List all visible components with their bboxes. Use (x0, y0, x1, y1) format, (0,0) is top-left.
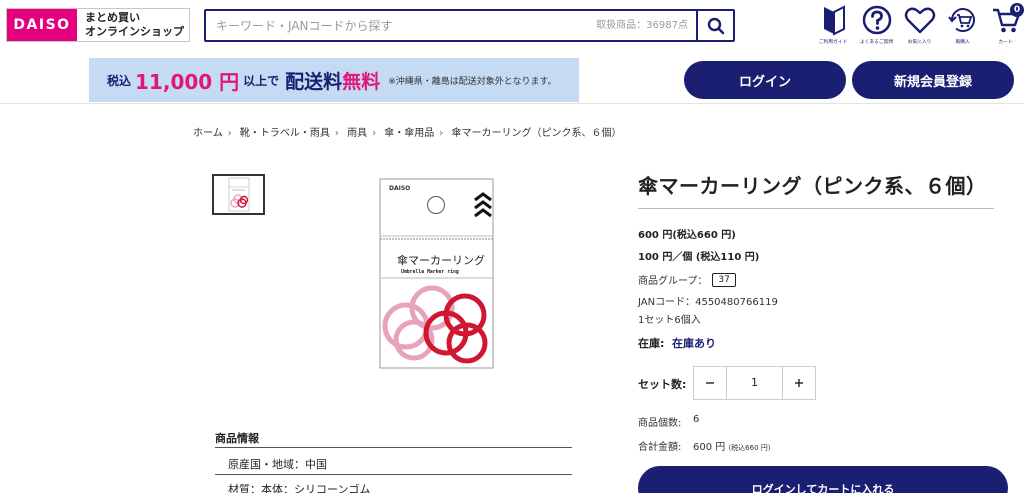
product-set-description: 1セット6個入 (638, 315, 701, 326)
heart-icon (904, 7, 935, 34)
product-group: 商品グループ： 37 (638, 272, 736, 287)
breadcrumb-shoes-travel-rain[interactable]: 靴・トラベル・雨具 (240, 128, 330, 139)
product-thumbnail[interactable] (212, 174, 265, 215)
breadcrumb-rain-gear[interactable]: 雨具 (347, 128, 367, 139)
faq-link[interactable]: よくあるご質問 (855, 4, 898, 45)
total-tax: (税込660 円) (728, 444, 771, 452)
repurchase-cart-icon (947, 8, 975, 32)
question-icon (862, 5, 891, 35)
cart-count-badge: 0 (1010, 3, 1024, 17)
breadcrumb: ホーム › 靴・トラベル・雨具 › 雨具 › 傘・傘用品 › 傘マーカーリング（ピンク系… (193, 124, 621, 139)
stock-status: 在庫あり (672, 337, 716, 350)
package-brand: DAISO (389, 185, 410, 192)
cart-button-label: ログインしてカートに入れる (751, 483, 895, 493)
repurchase-link[interactable]: 再購入 (941, 4, 984, 45)
product-info-heading: 商品情報 (215, 432, 259, 445)
guide-link[interactable]: ご利用ガイド (812, 4, 855, 45)
breadcrumb-separator: › (334, 128, 339, 139)
product-group-badge: 37 (712, 272, 736, 287)
package-name: 傘マーカーリング (397, 253, 485, 267)
login-button[interactable]: ログイン (684, 61, 846, 99)
product-jan-code: JANコード：4550480766119 (638, 297, 778, 308)
plus-icon (795, 379, 803, 387)
breadcrumb-home[interactable]: ホーム (193, 128, 223, 139)
item-count-label: 商品個数: (638, 418, 682, 429)
total-row: 合計金額: 600 円 (税込660 円) (638, 438, 771, 453)
breadcrumb-separator: › (372, 128, 377, 139)
total-label: 合計金額: (638, 442, 682, 453)
register-button[interactable]: 新規会員登録 (852, 61, 1014, 99)
breadcrumb-separator: › (439, 128, 444, 139)
total-value-group: 600 円 (税込660 円) (693, 438, 771, 453)
info-material: 材質：本体：シリコーンゴム (228, 483, 371, 493)
search-button[interactable] (696, 11, 733, 40)
search-product-count: 取扱商品：36987点 (596, 20, 688, 31)
product-price: 600 円(税込660 円) (638, 230, 736, 241)
product-package-illustration: DAISO 傘マーカーリング Umbrella Marker ring (379, 178, 494, 369)
breadcrumb-current: 傘マーカーリング（ピンク系、６個） (451, 128, 622, 139)
beginner-icon (823, 5, 845, 36)
thumbnail-image (228, 177, 250, 212)
title-divider (638, 208, 994, 209)
stock-label: 在庫: (638, 337, 665, 350)
increment-button[interactable] (783, 367, 815, 399)
total-value: 600 円 (693, 442, 726, 453)
quantity-value[interactable]: 1 (726, 367, 783, 399)
set-quantity-label: セット数: (638, 378, 687, 391)
minus-icon (706, 382, 714, 384)
free-shipping-banner[interactable]: 税込 11,000 円 以上で 配送料 無料 ※沖縄県・離島は配送対象外となりま… (89, 58, 579, 102)
site-logo[interactable]: DAISO まとめ買い オンラインショップ (6, 8, 190, 42)
logo-subtitle: まとめ買い オンラインショップ (85, 11, 184, 38)
info-origin: 原産国・地域：中国 (228, 458, 327, 471)
item-count-value: 6 (693, 414, 700, 425)
favorites-link[interactable]: お気に入り (898, 4, 941, 45)
product-title: 傘マーカーリング（ピンク系、６個） (638, 174, 987, 198)
decrement-button[interactable] (694, 367, 726, 399)
search-icon (707, 17, 724, 34)
breadcrumb-umbrella-items[interactable]: 傘・傘用品 (384, 128, 434, 139)
header-divider (0, 103, 1024, 104)
package-name-en: Umbrella Marker ring (401, 269, 459, 275)
header-icon-nav: ご利用ガイド よくあるご質問 お気に入り 再購入 カート (812, 4, 1024, 45)
login-add-to-cart-button[interactable]: ログインしてカートに入れる (638, 466, 1008, 493)
search-bar: 取扱商品：36987点 (204, 9, 735, 42)
info-divider (215, 474, 572, 475)
breadcrumb-separator: › (227, 128, 232, 139)
logo-mark: DAISO (7, 9, 77, 41)
product-group-label: 商品グループ： (638, 276, 708, 287)
search-input[interactable] (206, 11, 597, 40)
item-count-row: 商品個数: 6 (638, 414, 699, 429)
quantity-stepper: 1 (693, 366, 816, 400)
product-main-image[interactable]: DAISO 傘マーカーリング Umbrella Marker ring (379, 178, 495, 374)
product-unit-price: 100 円／個 (税込110 円) (638, 252, 760, 263)
info-divider (215, 447, 572, 448)
